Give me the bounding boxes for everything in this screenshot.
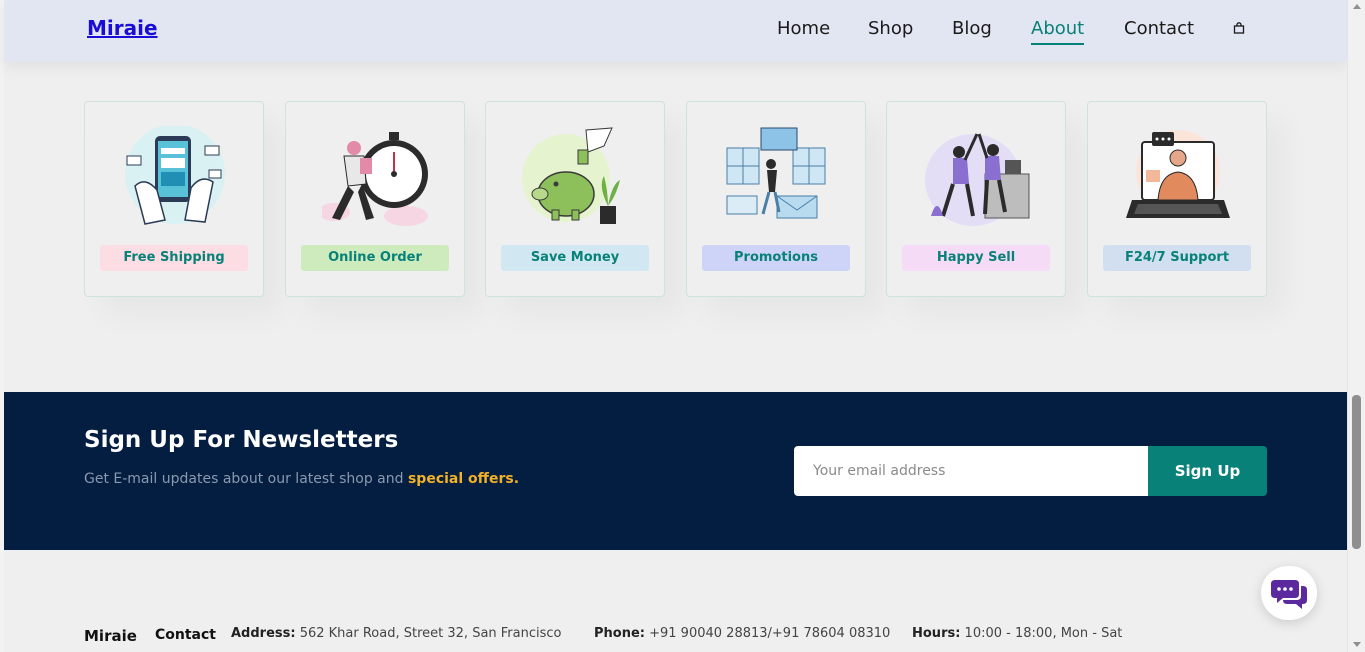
signup-button[interactable]: Sign Up xyxy=(1148,446,1267,496)
feature-card-support: F24/7 Support xyxy=(1087,101,1267,297)
newsletter-subtitle: Get E-mail updates about our latest shop… xyxy=(84,471,519,487)
feature-label-save-money: Save Money xyxy=(501,245,649,271)
footer-phone: Phone: +91 90040 28813/+91 78604 08310 xyxy=(594,626,890,641)
hours-label: Hours: xyxy=(912,626,961,641)
nav-home[interactable]: Home xyxy=(777,18,830,39)
scroll-thumb[interactable] xyxy=(1352,395,1361,549)
support-laptop-illustration xyxy=(1126,130,1230,218)
nav-contact[interactable]: Contact xyxy=(1124,18,1194,39)
newsletter-title: Sign Up For Newsletters xyxy=(84,427,399,453)
hours-value: 10:00 - 18:00, Mon - Sat xyxy=(960,626,1123,641)
feature-card-free-shipping: Free Shipping xyxy=(84,101,264,297)
payment-phone-illustration xyxy=(125,126,225,225)
stopwatch-runner-illustration xyxy=(322,132,428,226)
email-input[interactable] xyxy=(794,446,1149,496)
newsletter-section: Sign Up For Newsletters Get E-mail updat… xyxy=(4,392,1347,550)
feature-card-happy-sell: Happy Sell xyxy=(886,101,1066,297)
main-nav: Home Shop Blog About Contact xyxy=(4,18,1347,48)
feature-label-promotions: Promotions xyxy=(702,245,850,271)
footer-hours: Hours: 10:00 - 18:00, Mon - Sat xyxy=(912,626,1122,641)
site-header: Miraie Home Shop Blog About Contact xyxy=(4,0,1347,62)
chat-bubbles-icon xyxy=(1271,580,1307,609)
chat-button[interactable] xyxy=(1261,566,1317,620)
page-scrollbar[interactable] xyxy=(1347,0,1365,652)
nav-blog[interactable]: Blog xyxy=(952,18,992,39)
phone-value: +91 90040 28813/+91 78604 08310 xyxy=(644,626,891,641)
feature-card-online-order: Online Order xyxy=(285,101,465,297)
page: Miraie Home Shop Blog About Contact Free… xyxy=(4,0,1347,652)
piggy-bank-illustration xyxy=(522,127,620,224)
feature-card-promotions: Promotions xyxy=(686,101,866,297)
shopping-bag-icon[interactable] xyxy=(1233,22,1245,34)
nav-about[interactable]: About xyxy=(1031,18,1085,45)
address-value: 562 Khar Road, Street 32, San Francisco xyxy=(295,626,562,641)
footer-contact-heading: Contact xyxy=(155,627,216,643)
feature-label-support: F24/7 Support xyxy=(1103,245,1251,271)
scroll-up-arrow-icon[interactable] xyxy=(1353,4,1361,9)
scroll-down-arrow-icon[interactable] xyxy=(1353,642,1361,647)
feature-label-free-shipping: Free Shipping xyxy=(100,245,248,271)
feature-label-online-order: Online Order xyxy=(301,245,449,271)
feature-card-save-money: Save Money xyxy=(485,101,665,297)
promotions-illustration xyxy=(726,127,826,219)
feature-label-happy-sell: Happy Sell xyxy=(902,245,1050,271)
footer-brand: Miraie xyxy=(84,627,137,645)
newsletter-subtitle-text: Get E-mail updates about our latest shop… xyxy=(84,471,408,487)
newsletter-highlight: special offers. xyxy=(407,471,520,487)
phone-label: Phone: xyxy=(594,626,645,641)
high-five-illustration xyxy=(925,133,1030,226)
footer-address: Address: 562 Khar Road, Street 32, San F… xyxy=(231,626,562,641)
footer-info: Miraie Contact Address: 562 Khar Road, S… xyxy=(4,626,1347,650)
nav-shop[interactable]: Shop xyxy=(868,18,913,39)
address-label: Address: xyxy=(231,626,296,641)
